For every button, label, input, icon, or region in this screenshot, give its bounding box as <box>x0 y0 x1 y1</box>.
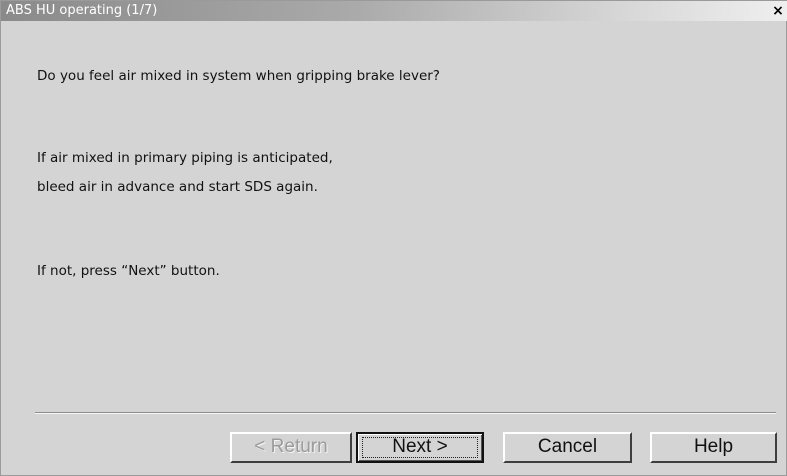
help-button[interactable]: Help <box>650 432 777 463</box>
next-button[interactable]: Next > <box>356 432 484 463</box>
abs-hu-operating-dialog: ABS HU operating (1/7) × Do you feel air… <box>0 0 787 476</box>
message-question: Do you feel air mixed in system when gri… <box>37 68 440 84</box>
focus-ring <box>362 437 478 458</box>
message-press-next: If not, press “Next” button. <box>37 263 220 279</box>
title-bar[interactable]: ABS HU operating (1/7) × <box>1 1 787 21</box>
message-air-piping: If air mixed in primary piping is antici… <box>37 150 333 166</box>
return-button[interactable]: < Return <box>230 432 352 463</box>
return-button-label: < Return <box>254 436 328 457</box>
window-title: ABS HU operating (1/7) <box>6 3 158 18</box>
cancel-button[interactable]: Cancel <box>503 432 632 463</box>
close-icon[interactable]: × <box>770 3 786 19</box>
message-bleed-air: bleed air in advance and start SDS again… <box>37 179 318 195</box>
button-area-separator <box>35 412 776 414</box>
help-button-label: Help <box>693 436 734 457</box>
cancel-button-label: Cancel <box>537 436 598 457</box>
